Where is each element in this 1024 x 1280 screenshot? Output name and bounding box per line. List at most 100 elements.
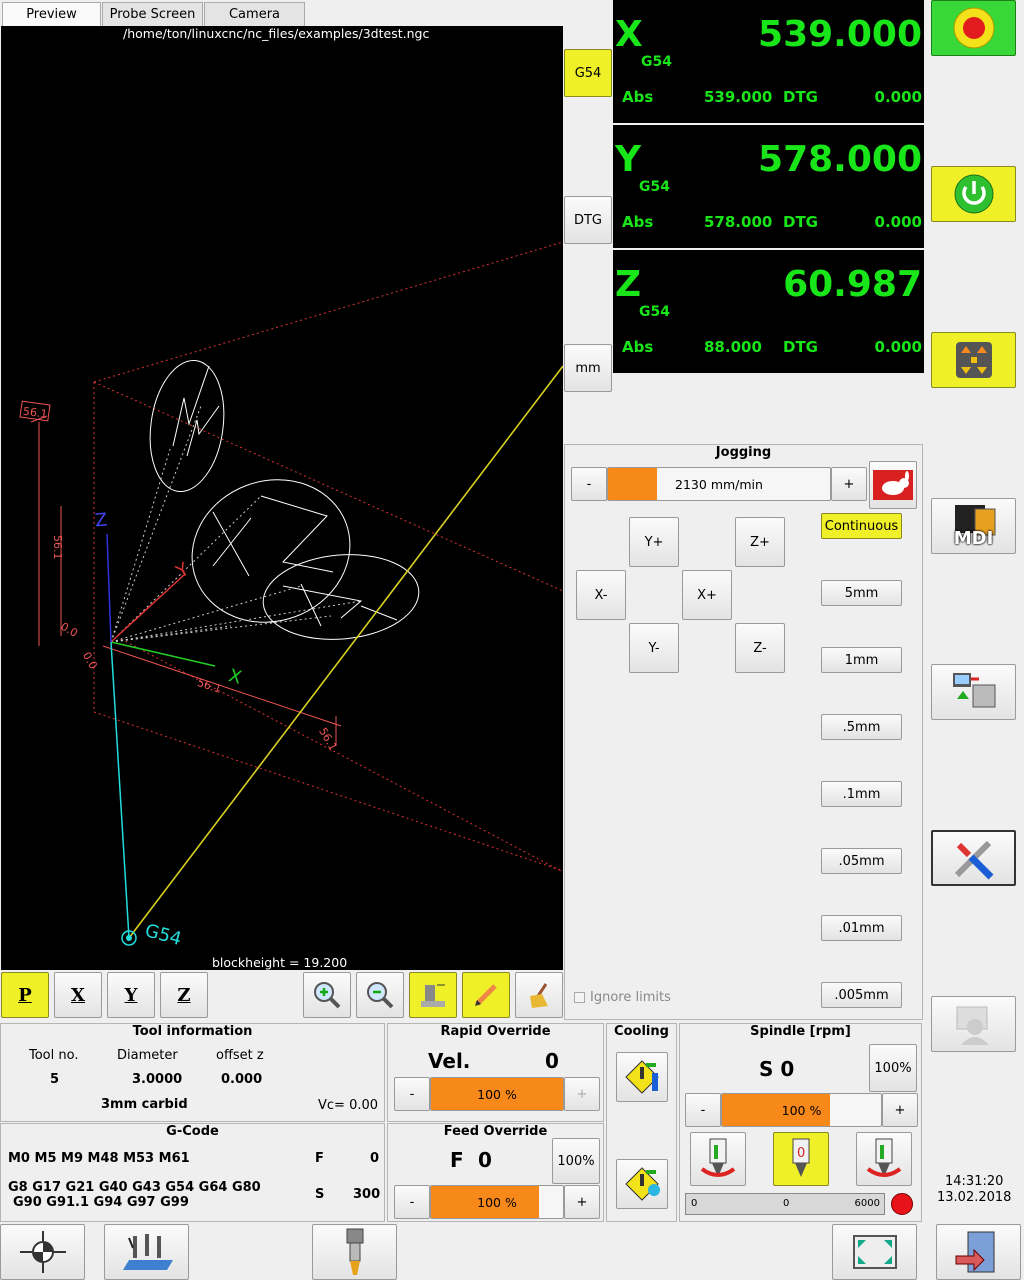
clear-plot-button[interactable] [515, 972, 563, 1018]
coolant-flood-button[interactable] [616, 1052, 668, 1102]
zoom-out-button[interactable] [356, 972, 404, 1018]
jog-arrows-icon [955, 342, 992, 378]
jog-x-plus-button[interactable]: X+ [682, 570, 732, 620]
fullscreen-button[interactable] [832, 1224, 917, 1280]
spindle-bar-min: 0 [691, 1198, 698, 1209]
dimensions-icon [421, 984, 445, 1007]
rapid-vel-value: 0 [545, 1049, 559, 1073]
jog-z-plus-button[interactable]: Z+ [735, 517, 785, 567]
feed-plus-button[interactable]: + [564, 1185, 600, 1219]
jog-x-minus-button[interactable]: X- [576, 570, 626, 620]
exit-button[interactable] [936, 1224, 1021, 1280]
user-icon [956, 1006, 989, 1045]
emergency-stop-icon [953, 7, 994, 49]
jog-rate-slider[interactable]: 2130 mm/min [607, 467, 831, 501]
units-mm-button[interactable]: mm [564, 344, 612, 392]
dro-y-value: 578.000 [758, 139, 922, 180]
jog-increment-5mm[interactable]: 5mm [821, 580, 902, 606]
dro-y: Y G54 578.000 Abs 578.000 DTG 0.000 [613, 125, 924, 248]
rapid-minus-button[interactable]: - [394, 1077, 430, 1111]
dro-z: Z G54 60.987 Abs 88.000 DTG 0.000 [613, 250, 924, 373]
jog-increment-0-01mm[interactable]: .01mm [821, 915, 902, 941]
tool-change-button[interactable] [312, 1224, 397, 1280]
zoom-out-icon [367, 982, 394, 1009]
rapid-vel-label: Vel. [428, 1049, 471, 1073]
gcode-gline-1: G8 G17 G21 G40 G43 G54 G64 G80 [8, 1180, 261, 1195]
mist-coolant-icon [625, 1167, 660, 1201]
tab-preview[interactable]: Preview [2, 2, 101, 28]
cnc-machine-icon [952, 673, 995, 708]
zoom-in-button[interactable] [303, 972, 351, 1018]
tool-diameter-header: Diameter [117, 1048, 178, 1063]
flood-coolant-icon [625, 1060, 659, 1094]
dim-label-3: 56.1 [196, 676, 223, 696]
feed-override-slider[interactable]: 100 % [430, 1185, 564, 1219]
spindle-override-slider[interactable]: 100 % [721, 1093, 882, 1127]
jog-speed-toggle-button[interactable] [869, 461, 917, 509]
settings-button[interactable] [931, 830, 1016, 886]
jog-increment-1mm[interactable]: 1mm [821, 647, 902, 673]
jog-rate-minus-button[interactable]: - [571, 467, 607, 501]
view-y-button[interactable]: Y [107, 972, 155, 1018]
preview-canvas[interactable]: X Y Z G54 56.1 56.1 56.1 56.1 0.0 0.0 /h… [1, 26, 563, 970]
tools-icon [954, 840, 993, 880]
view-x-button[interactable]: X [54, 972, 102, 1018]
spindle-plus-button[interactable]: + [882, 1093, 918, 1127]
tool-offset-value: 0.000 [221, 1072, 263, 1087]
tool-no-header: Tool no. [29, 1048, 79, 1063]
rapid-override-value: 100 % [477, 1086, 517, 1102]
spindle-load-bar: 0 0 6000 [685, 1193, 885, 1215]
rapid-plus-button[interactable]: + [564, 1077, 600, 1111]
jog-increment-0-05mm[interactable]: .05mm [821, 848, 902, 874]
zero-label-1: 0.0 [58, 620, 80, 640]
dro-y-abs-label: Abs [622, 213, 654, 231]
dim-label-2: 56.1 [51, 535, 64, 560]
g54-offset-button[interactable]: G54 [564, 49, 612, 97]
dro-z-axis: Z [615, 264, 642, 305]
jog-increment-continuous[interactable]: Continuous [821, 513, 902, 539]
spindle-reverse-button[interactable] [856, 1132, 912, 1186]
spindle-stop-button[interactable]: 0 [773, 1132, 829, 1186]
feed-100-button[interactable]: 100% [552, 1138, 600, 1184]
show-dimensions-button[interactable] [409, 972, 457, 1018]
touch-off-button[interactable] [0, 1224, 85, 1280]
dro-x: X G54 539.000 Abs 539.000 DTG 0.000 [613, 0, 924, 123]
dtg-button[interactable]: DTG [564, 196, 612, 244]
ignore-limits-checkbox[interactable] [574, 992, 585, 1003]
feed-override-value: 100 % [477, 1194, 517, 1210]
mdi-mode-button[interactable]: MDI [931, 498, 1016, 554]
jog-increment-0-1mm[interactable]: .1mm [821, 781, 902, 807]
spindle-minus-button[interactable]: - [685, 1093, 721, 1127]
gcode-s-value: 300 [353, 1187, 381, 1202]
power-icon [954, 174, 993, 214]
jog-y-minus-button[interactable]: Y- [629, 623, 679, 673]
user-tabs-button[interactable] [931, 996, 1016, 1052]
spindle-forward-button[interactable] [690, 1132, 746, 1186]
svg-text:0: 0 [797, 1146, 805, 1161]
manual-mode-button[interactable] [931, 332, 1016, 388]
coolant-mist-button[interactable] [616, 1159, 668, 1209]
reference-icon [122, 1234, 173, 1270]
dro-z-abs: 88.000 [704, 338, 762, 356]
machine-power-button[interactable] [931, 166, 1016, 222]
spindle-100-button[interactable]: 100% [869, 1044, 917, 1092]
auto-mode-button[interactable] [931, 664, 1016, 720]
tab-probe-screen[interactable]: Probe Screen [102, 2, 203, 26]
jog-z-minus-button[interactable]: Z- [735, 623, 785, 673]
draw-toolpath-button[interactable] [462, 972, 510, 1018]
jog-y-plus-button[interactable]: Y+ [629, 517, 679, 567]
jog-rate-plus-button[interactable]: + [831, 467, 867, 501]
tab-camera[interactable]: Camera [204, 2, 305, 26]
dro-z-abs-label: Abs [622, 338, 654, 356]
estop-button[interactable] [931, 0, 1016, 56]
jog-increment-0-5mm[interactable]: .5mm [821, 714, 902, 740]
rapid-override-slider[interactable]: 100 % [430, 1077, 564, 1111]
axis-label-z: Z [94, 509, 108, 531]
jogging-title: Jogging [715, 445, 772, 460]
dro-x-dtg: 0.000 [874, 88, 922, 106]
reference-all-button[interactable] [104, 1224, 189, 1280]
view-z-button[interactable]: Z [160, 972, 208, 1018]
jog-increment-0-005mm[interactable]: .005mm [821, 982, 902, 1008]
view-p-button[interactable]: P [1, 972, 49, 1018]
feed-minus-button[interactable]: - [394, 1185, 430, 1219]
